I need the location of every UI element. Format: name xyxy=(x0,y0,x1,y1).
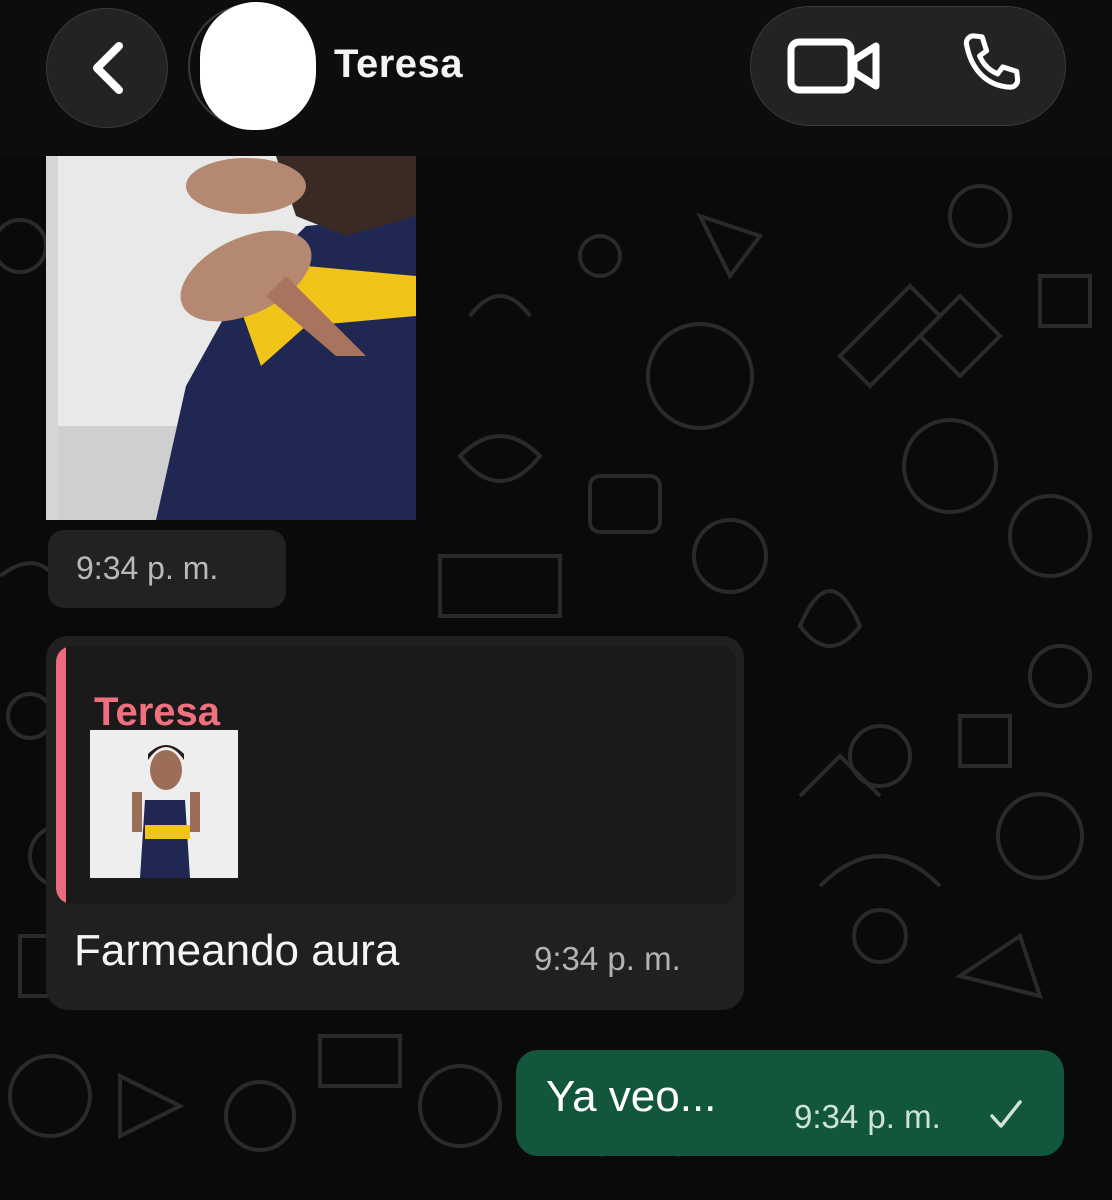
quoted-photo-thumbnail xyxy=(90,730,238,878)
photo-time: 9:34 p. m. xyxy=(76,550,219,586)
message-text: Farmeando aura xyxy=(74,926,400,975)
received-message-bubble[interactable]: Teresa Farmeando aura 9:34 p. m. xyxy=(46,636,744,1010)
chat-header: Teresa xyxy=(0,0,1112,156)
video-call-button[interactable] xyxy=(782,30,886,102)
message-time: 9:34 p. m. xyxy=(534,940,681,977)
quoted-message[interactable]: Teresa xyxy=(56,646,736,904)
message-time: 9:34 p. m. xyxy=(794,1098,941,1135)
chevron-left-icon xyxy=(93,42,123,94)
quoted-author: Teresa xyxy=(94,690,221,734)
voice-call-button[interactable] xyxy=(946,24,1036,108)
back-button[interactable] xyxy=(46,8,168,128)
quote-accent-bar xyxy=(56,646,66,904)
sent-message-bubble[interactable]: Ya veo... 9:34 p. m. xyxy=(516,1050,1064,1156)
avatar[interactable] xyxy=(200,2,316,130)
photo-content xyxy=(46,156,416,520)
phone-icon xyxy=(963,33,1021,90)
chat-area[interactable]: 9:34 p. m. Teresa Farmeando aura 9:34 p.… xyxy=(0,156,1112,1200)
photo-timestamp: 9:34 p. m. xyxy=(48,530,286,608)
received-photo[interactable] xyxy=(46,156,416,520)
video-camera-icon xyxy=(787,38,880,94)
single-check-icon xyxy=(990,1100,1022,1128)
message-text: Ya veo... xyxy=(546,1072,717,1121)
contact-name[interactable]: Teresa xyxy=(334,42,463,87)
